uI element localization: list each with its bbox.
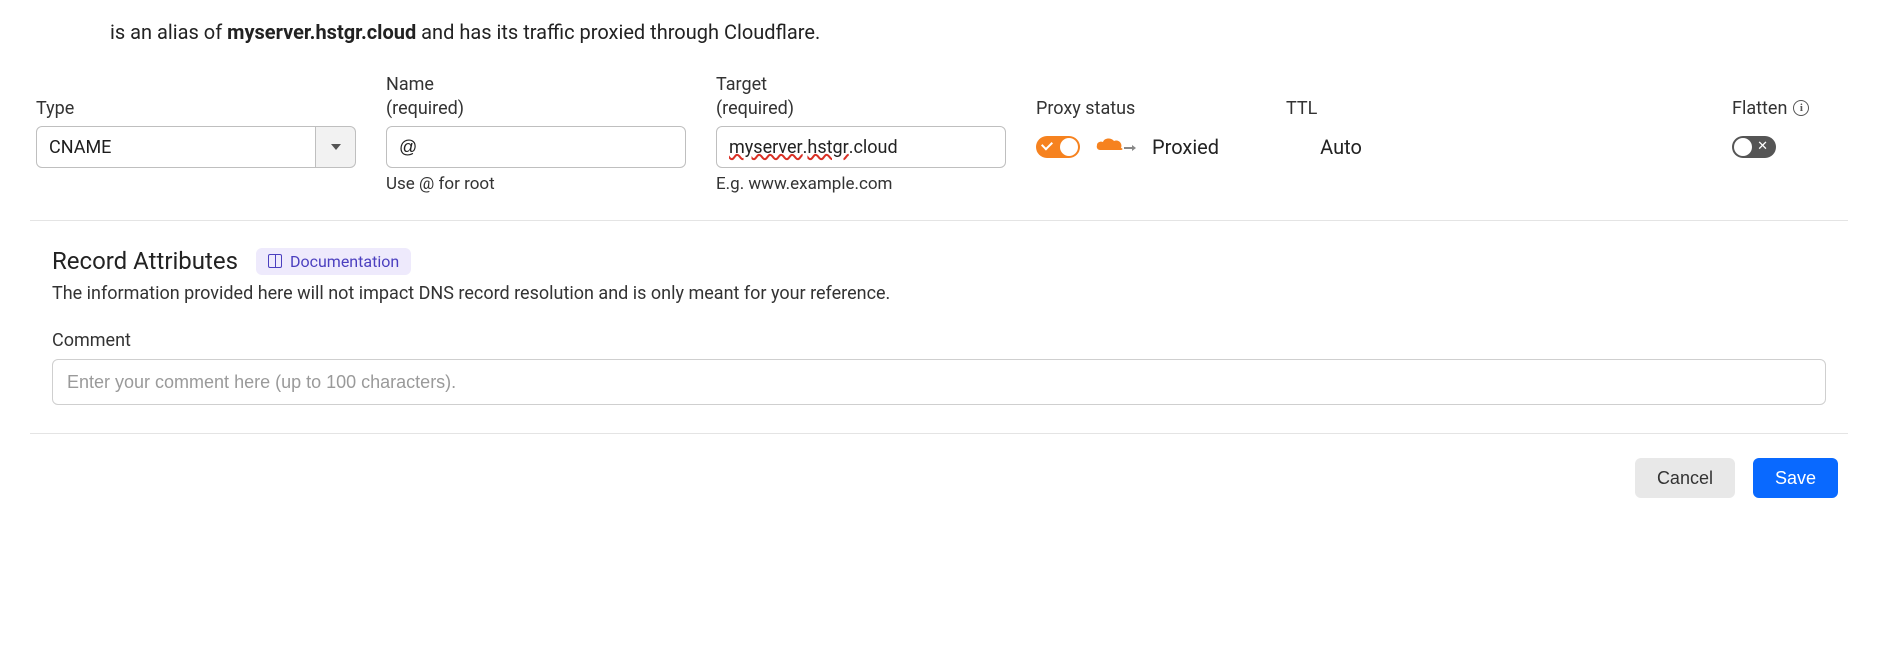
type-select[interactable]: CNAME [36,126,356,168]
name-required-hint: (required) [386,97,686,120]
flatten-label: Flatten [1732,97,1787,120]
documentation-link[interactable]: Documentation [256,248,411,275]
documentation-link-text: Documentation [290,252,399,271]
save-button[interactable]: Save [1753,458,1838,498]
type-select-value[interactable]: CNAME [36,126,316,168]
proxy-status-text: Proxied [1152,135,1219,159]
dns-record-form-row: Type CNAME Name (required) Use @ for roo… [30,72,1848,221]
type-field: Type CNAME [36,72,356,168]
target-helper: E.g. www.example.com [716,174,1006,194]
name-label: Name [386,73,686,96]
type-label: Type [36,97,356,120]
target-part-1: myserver [729,137,803,158]
ttl-value: Auto [1286,126,1396,168]
ttl-field: TTL Auto [1286,72,1396,168]
form-footer: Cancel Save [30,434,1848,508]
proxy-status-field: Proxy status Proxied [1036,72,1256,168]
comment-label: Comment [52,330,1826,351]
desc-prefix: is an alias of [110,20,227,44]
info-icon[interactable]: i [1793,100,1809,116]
name-field: Name (required) Use @ for root [386,72,686,194]
target-input[interactable]: myserver.hstgr.cloud [716,126,1006,168]
chevron-down-icon [331,144,341,150]
proxy-toggle[interactable] [1036,136,1080,158]
flatten-toggle[interactable]: ✕ [1732,136,1776,158]
x-icon: ✕ [1757,139,1768,155]
desc-hostname: myserver.hstgr.cloud [227,20,416,44]
target-part-2: hstgr [807,137,848,158]
record-attributes-title: Record Attributes [52,247,238,275]
record-attributes-description: The information provided here will not i… [52,283,1826,304]
proxy-status-label: Proxy status [1036,97,1256,120]
target-field: Target (required) myserver.hstgr.cloud E… [716,72,1006,194]
name-helper: Use @ for root [386,174,686,194]
target-required-hint: (required) [716,97,1006,120]
name-input[interactable] [386,126,686,168]
record-description: is an alias of myserver.hstgr.cloud and … [110,20,1848,44]
cancel-button[interactable]: Cancel [1635,458,1735,498]
type-select-dropdown-button[interactable] [316,126,356,168]
comment-input[interactable] [52,359,1826,405]
target-label: Target [716,73,1006,96]
flatten-field: Flatten i ✕ [1732,72,1842,168]
target-part-3: .cloud [849,137,898,158]
ttl-label: TTL [1286,97,1396,120]
desc-suffix: and has its traffic proxied through Clou… [416,20,820,44]
cloud-proxy-icon [1094,136,1138,158]
book-icon [268,254,282,268]
record-attributes-section: Record Attributes Documentation The info… [30,221,1848,434]
